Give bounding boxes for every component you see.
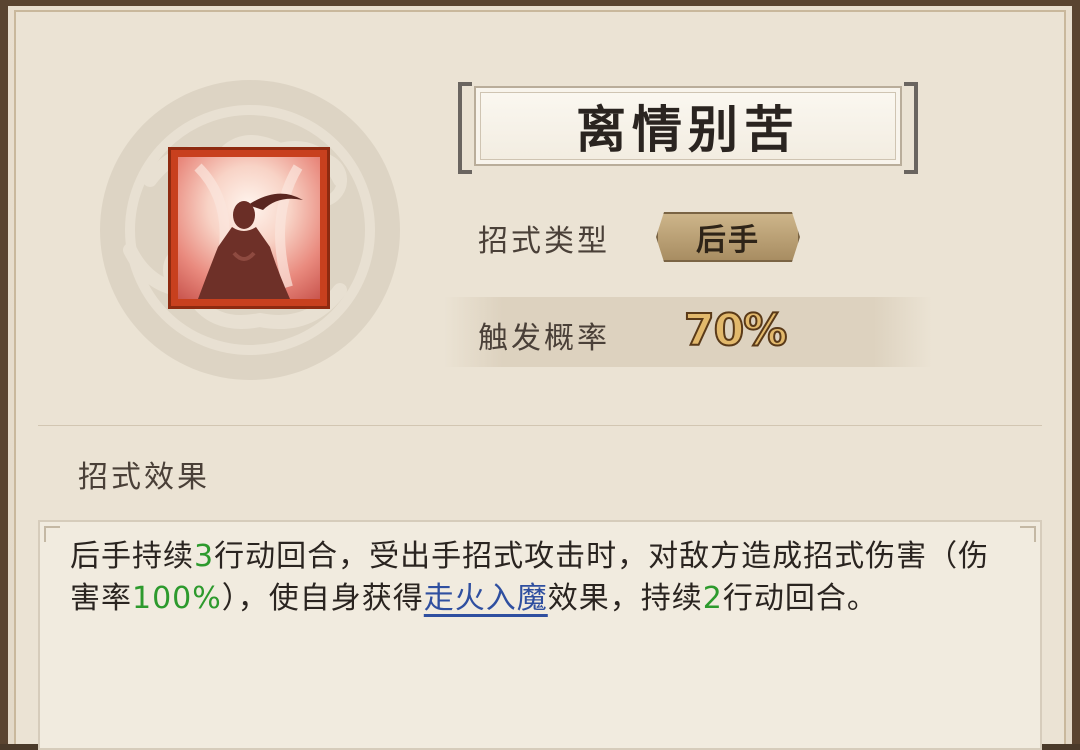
effect-text: 后手持续 — [70, 539, 194, 574]
effect-value-damage-rate: 100% — [132, 581, 222, 616]
skill-type-label: 招式类型 — [478, 224, 610, 259]
title-plate: 离情别苦 — [474, 86, 902, 166]
effect-text: 行动回合。 — [722, 581, 878, 616]
panel-corner-ornament — [1020, 526, 1036, 542]
title-bracket-right — [904, 82, 918, 174]
effect-description-panel: 后手持续3行动回合，受出手招式攻击时，对敌方造成招式伤害（伤害率100%），使自… — [38, 520, 1042, 750]
effect-description: 后手持续3行动回合，受出手招式攻击时，对敌方造成招式伤害（伤害率100%），使自… — [70, 536, 1020, 620]
panel-corner-ornament — [44, 526, 60, 542]
trigger-rate-label: 触发概率 — [478, 321, 610, 356]
status-effect-link[interactable]: 走火入魔 — [424, 581, 548, 616]
trigger-rate-value: 70% — [683, 304, 788, 357]
section-divider — [38, 425, 1042, 426]
skill-name: 离情别苦 — [576, 100, 800, 159]
skill-title-plaque: 离情别苦 — [458, 82, 918, 174]
effect-text: 效果，持续 — [547, 581, 703, 616]
effect-text: ），使自身获得 — [221, 581, 424, 616]
skill-art — [178, 157, 320, 299]
meditating-swordswoman-icon — [194, 163, 303, 299]
effect-value-duration: 3 — [194, 539, 215, 574]
skill-type-badge: 后手 — [656, 212, 800, 262]
effect-section-label: 招式效果 — [78, 460, 210, 495]
title-bracket-left — [458, 82, 472, 174]
skill-icon[interactable] — [168, 147, 330, 309]
effect-value-status-duration: 2 — [702, 581, 723, 616]
skill-type-value: 后手 — [696, 223, 760, 258]
